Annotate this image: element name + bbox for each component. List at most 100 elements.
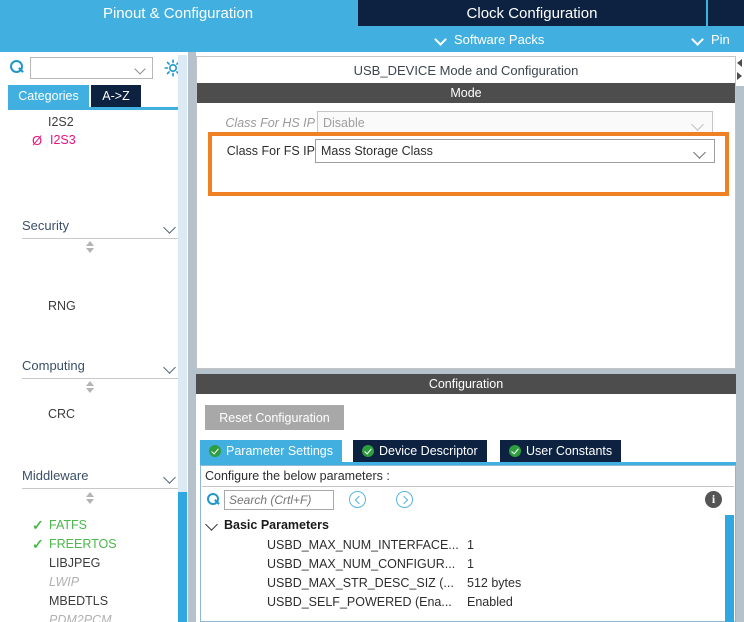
page-title-label: USB_DEVICE Mode and Configuration (353, 62, 579, 78)
sidebar-item-label: FREERTOS (49, 537, 117, 551)
parameter-search-row: i (201, 488, 737, 513)
sidebar-item-fatfs[interactable]: ✓ FATFS (8, 517, 87, 534)
right-edge-strip-lower (736, 374, 744, 622)
tab-third-partial[interactable] (708, 0, 744, 26)
tab-pinout-and-configuration[interactable]: Pinout & Configuration (0, 0, 356, 26)
chevron-down-icon[interactable] (695, 148, 706, 159)
sidebar-item-i2s3[interactable]: Ø I2S3 (8, 132, 76, 149)
right-edge-strip (736, 86, 744, 369)
field-label: Class For FS IP (226, 144, 315, 158)
sidebar-scrollbar-thumb[interactable] (178, 492, 187, 622)
section-scroll-arrows[interactable] (84, 492, 97, 505)
sidebar-item-crc[interactable]: CRC (8, 406, 75, 423)
software-packs-label: Software Packs (454, 31, 545, 47)
chevron-down-icon (165, 223, 176, 234)
tab-clock-label: Clock Configuration (466, 4, 598, 22)
configuration-section-header: Configuration (196, 374, 736, 394)
check-icon: ✓ (32, 517, 44, 533)
section-scroll-arrows[interactable] (84, 241, 97, 254)
tab-device-descriptor[interactable]: Device Descriptor (353, 440, 487, 462)
class-for-fs-ip-dropdown[interactable]: Mass Storage Class (315, 139, 715, 163)
tab-parameter-settings-label: Parameter Settings (226, 444, 333, 458)
section-scroll-arrows[interactable] (84, 381, 97, 394)
check-circle-icon (509, 445, 521, 457)
chevron-down-icon (436, 34, 447, 45)
divider (22, 378, 180, 379)
sidebar-section-security[interactable]: Security (22, 218, 180, 240)
sidebar-item-label: I2S3 (50, 133, 76, 147)
parameter-value: Enabled (467, 595, 513, 609)
sidebar-section-computing[interactable]: Computing (22, 358, 180, 380)
sidebar-section-label: Security (22, 218, 69, 233)
sidebar-item-label: I2S2 (48, 115, 74, 129)
reset-configuration-button[interactable]: Reset Configuration (205, 405, 344, 430)
chevron-down-icon[interactable] (136, 65, 145, 74)
parameter-name: USBD_SELF_POWERED (Ena... (267, 595, 452, 609)
sidebar-item-i2s2[interactable]: I2S2 (8, 114, 74, 131)
arrow-left-icon[interactable] (736, 57, 744, 69)
pinout-menu[interactable]: Pin (693, 26, 730, 52)
chevron-down-icon (207, 520, 218, 531)
sidebar-item-rng[interactable]: RNG (8, 298, 76, 315)
info-icon[interactable]: i (705, 491, 722, 508)
check-circle-icon (209, 445, 221, 457)
sidebar-section-label: Computing (22, 358, 85, 373)
sidebar-section-middleware[interactable]: Middleware (22, 468, 180, 490)
tab-clock-configuration[interactable]: Clock Configuration (358, 0, 706, 26)
panel-splitter[interactable] (188, 52, 196, 622)
configure-note: Configure the below parameters : (205, 469, 390, 483)
top-tab-bar: Pinout & Configuration Clock Configurati… (0, 0, 744, 52)
sidebar-search-input[interactable] (30, 57, 153, 79)
tab-device-descriptor-label: Device Descriptor (379, 444, 478, 458)
parameter-name: USBD_MAX_STR_DESC_SIZ (... (267, 576, 454, 590)
component-list: I2S2 Ø I2S3 Security RNG Computing CRC M… (8, 110, 180, 622)
configuration-panel: Configuration Reset Configuration Parame… (196, 374, 736, 622)
chevron-right-circle-icon[interactable] (396, 491, 413, 508)
cubemx-window: Pinout & Configuration Clock Configurati… (0, 0, 744, 622)
sidebar-item-lwip[interactable]: LWIP (8, 574, 79, 591)
tab-a-to-z-label: A->Z (102, 89, 130, 103)
tab-parameter-settings[interactable]: Parameter Settings (200, 440, 342, 462)
sidebar-item-freertos[interactable]: ✓ FREERTOS (8, 536, 117, 553)
parameter-search-input[interactable] (224, 490, 334, 510)
tab-user-constants[interactable]: User Constants (500, 440, 622, 462)
tab-categories-label: Categories (18, 89, 79, 103)
sub-tab-bar: Software Packs Pin (0, 26, 744, 52)
mode-section-header: Mode (197, 83, 735, 103)
divider (22, 488, 180, 489)
field-label: Class For HS IP (225, 116, 315, 130)
chevron-down-icon (693, 120, 704, 131)
parameter-group-basic[interactable]: Basic Parameters (207, 516, 329, 534)
sidebar-item-mbedtls[interactable]: MBEDTLS (8, 593, 108, 610)
search-icon (10, 60, 25, 75)
arrow-right-icon[interactable] (736, 70, 744, 82)
sidebar-item-libjpeg[interactable]: LIBJPEG (8, 555, 100, 572)
sidebar-item-pdm2pcm[interactable]: PDM2PCM (8, 612, 112, 622)
search-icon (207, 493, 221, 507)
chevron-down-icon (165, 363, 176, 374)
divider (22, 238, 180, 239)
tab-a-to-z[interactable]: A->Z (91, 85, 141, 107)
check-icon: ✓ (32, 536, 44, 552)
pinout-menu-label: Pin (711, 31, 730, 47)
mode-panel: USB_DEVICE Mode and Configuration Mode C… (196, 56, 736, 369)
sidebar-item-label: FATFS (49, 518, 87, 532)
sidebar-search-row (0, 52, 188, 84)
sidebar-item-label: MBEDTLS (49, 594, 109, 608)
sidebar-view-tabs: Categories A->Z (0, 85, 188, 107)
tab-categories[interactable]: Categories (8, 85, 89, 107)
parameter-name: USBD_MAX_NUM_CONFIGUR... (267, 557, 456, 571)
sidebar-item-label: LIBJPEG (49, 556, 101, 570)
parameter-value: 1 (467, 538, 474, 552)
sidebar-item-label: PDM2PCM (49, 613, 112, 622)
software-packs-menu[interactable]: Software Packs (436, 26, 544, 52)
parameter-settings-pane: Configure the below parameters : i Basic… (200, 465, 736, 622)
panel-scroll-arrows[interactable] (736, 57, 744, 85)
sidebar-section-label: Middleware (22, 468, 89, 483)
chevron-left-circle-icon[interactable] (349, 491, 366, 508)
tab-user-constants-label: User Constants (526, 444, 613, 458)
parameter-list-scrollbar-thumb[interactable] (725, 515, 734, 622)
parameter-value: 512 bytes (467, 576, 522, 590)
sidebar-item-label: CRC (48, 407, 76, 421)
blocked-icon: Ø (32, 133, 43, 148)
